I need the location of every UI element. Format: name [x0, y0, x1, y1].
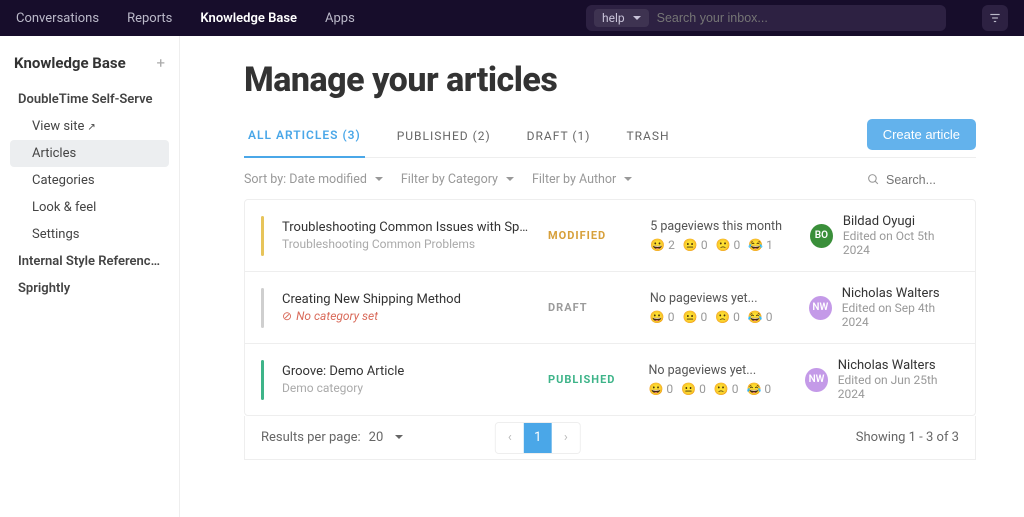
- article-category: ⊘No category set: [282, 309, 532, 323]
- sidebar: Knowledge Base + DoubleTime Self-ServeVi…: [0, 36, 180, 517]
- avatar: NW: [805, 368, 827, 392]
- article-title: Creating New Shipping Method: [282, 292, 532, 307]
- article-views: 5 pageviews this month: [650, 219, 794, 234]
- global-search-input[interactable]: [657, 11, 938, 25]
- author-name: Nicholas Walters: [838, 358, 959, 373]
- page-number-1[interactable]: 1: [524, 423, 552, 453]
- tab-0[interactable]: ALL ARTICLES (3): [244, 118, 365, 158]
- sidebar-item-0[interactable]: DoubleTime Self-Serve: [10, 86, 169, 113]
- filter-author-dropdown[interactable]: Filter by Author: [532, 172, 632, 187]
- sidebar-title: Knowledge Base: [14, 54, 126, 72]
- showing-text: Showing 1 - 3 of 3: [856, 430, 959, 445]
- article-list: Troubleshooting Common Issues with Sprig…: [244, 199, 976, 416]
- article-category: Demo category: [282, 381, 532, 395]
- author-edited: Edited on Sep 4th 2024: [842, 301, 959, 329]
- article-row[interactable]: Troubleshooting Common Issues with Sprig…: [245, 200, 975, 272]
- search-scope-dropdown[interactable]: help: [594, 9, 649, 27]
- sidebar-item-6[interactable]: Internal Style Reference ...: [10, 248, 169, 275]
- chevron-down-icon: [371, 172, 383, 187]
- sidebar-item-2[interactable]: Articles: [10, 140, 169, 167]
- status-color-bar: [261, 288, 264, 328]
- page-next-button[interactable]: ›: [552, 423, 580, 453]
- add-kb-button[interactable]: +: [156, 54, 165, 72]
- article-row[interactable]: Groove: Demo Article Demo category PUBLISH…: [245, 344, 975, 415]
- sort-dropdown[interactable]: Sort by: Date modified: [244, 172, 383, 187]
- page-nav: ‹ 1 ›: [495, 422, 581, 454]
- article-status: PUBLISHED: [548, 373, 633, 386]
- pager: Results per page: 20 ‹ 1 › Showing 1 - 3…: [244, 416, 976, 460]
- article-reactions: 😀 2😐 0🙁 0😂 1: [650, 238, 794, 252]
- sidebar-item-1[interactable]: View site↗: [10, 113, 169, 140]
- article-views: No pageviews yet...: [650, 291, 793, 306]
- article-search-input[interactable]: [886, 173, 976, 187]
- article-title: Groove: Demo Article: [282, 364, 532, 379]
- warning-icon: ⊘: [282, 309, 292, 323]
- article-reactions: 😀 0😐 0🙁 0😂 0: [650, 310, 793, 324]
- external-link-icon: ↗: [87, 122, 95, 133]
- article-title: Troubleshooting Common Issues with Sprig…: [282, 220, 532, 235]
- article-category: Troubleshooting Common Problems: [282, 237, 532, 251]
- author-name: Bildad Oyugi: [843, 214, 959, 229]
- global-search[interactable]: help: [586, 5, 946, 31]
- filter-button[interactable]: [982, 5, 1008, 31]
- nav-conversations[interactable]: Conversations: [16, 11, 99, 26]
- filter-category-dropdown[interactable]: Filter by Category: [401, 172, 514, 187]
- avatar: NW: [809, 296, 832, 320]
- top-nav: Conversations Reports Knowledge Base App…: [0, 0, 1024, 36]
- article-row[interactable]: Creating New Shipping Method ⊘No category…: [245, 272, 975, 344]
- main-content: Manage your articles ALL ARTICLES (3) PUB…: [180, 36, 1024, 517]
- avatar: BO: [810, 224, 833, 248]
- chevron-down-icon: [620, 172, 632, 187]
- nav-apps[interactable]: Apps: [325, 11, 355, 26]
- article-status: DRAFT: [548, 301, 634, 314]
- sidebar-item-4[interactable]: Look & feel: [10, 194, 169, 221]
- sidebar-item-7[interactable]: Sprightly: [10, 275, 169, 302]
- article-views: No pageviews yet...: [649, 363, 790, 378]
- author-name: Nicholas Walters: [842, 286, 959, 301]
- tab-2[interactable]: DRAFT (1): [523, 119, 595, 157]
- results-per-page-dropdown[interactable]: Results per page: 20: [261, 430, 403, 445]
- chevron-down-icon: [629, 11, 641, 25]
- author-edited: Edited on Jun 25th 2024: [838, 373, 959, 401]
- chevron-down-icon: [502, 172, 514, 187]
- page-title: Manage your articles: [244, 60, 976, 100]
- author-edited: Edited on Oct 5th 2024: [843, 229, 959, 257]
- sidebar-item-3[interactable]: Categories: [10, 167, 169, 194]
- tab-3[interactable]: TRASH: [622, 119, 673, 157]
- nav-reports[interactable]: Reports: [127, 11, 172, 26]
- article-reactions: 😀 0😐 0🙁 0😂 0: [649, 382, 790, 396]
- filter-row: Sort by: Date modified Filter by Categor…: [244, 172, 976, 187]
- nav-knowledge-base[interactable]: Knowledge Base: [200, 11, 297, 26]
- search-icon: [867, 173, 880, 186]
- create-article-button[interactable]: Create article: [867, 119, 976, 150]
- status-color-bar: [261, 360, 264, 400]
- tabs: ALL ARTICLES (3) PUBLISHED (2) DRAFT (1) TR…: [244, 118, 976, 158]
- page-prev-button[interactable]: ‹: [496, 423, 524, 453]
- tab-1[interactable]: PUBLISHED (2): [393, 119, 495, 157]
- status-color-bar: [261, 216, 264, 256]
- chevron-down-icon: [391, 430, 403, 445]
- filter-icon: [988, 11, 1002, 25]
- sidebar-item-5[interactable]: Settings: [10, 221, 169, 248]
- article-search[interactable]: [867, 173, 976, 187]
- article-status: MODIFIED: [548, 229, 634, 242]
